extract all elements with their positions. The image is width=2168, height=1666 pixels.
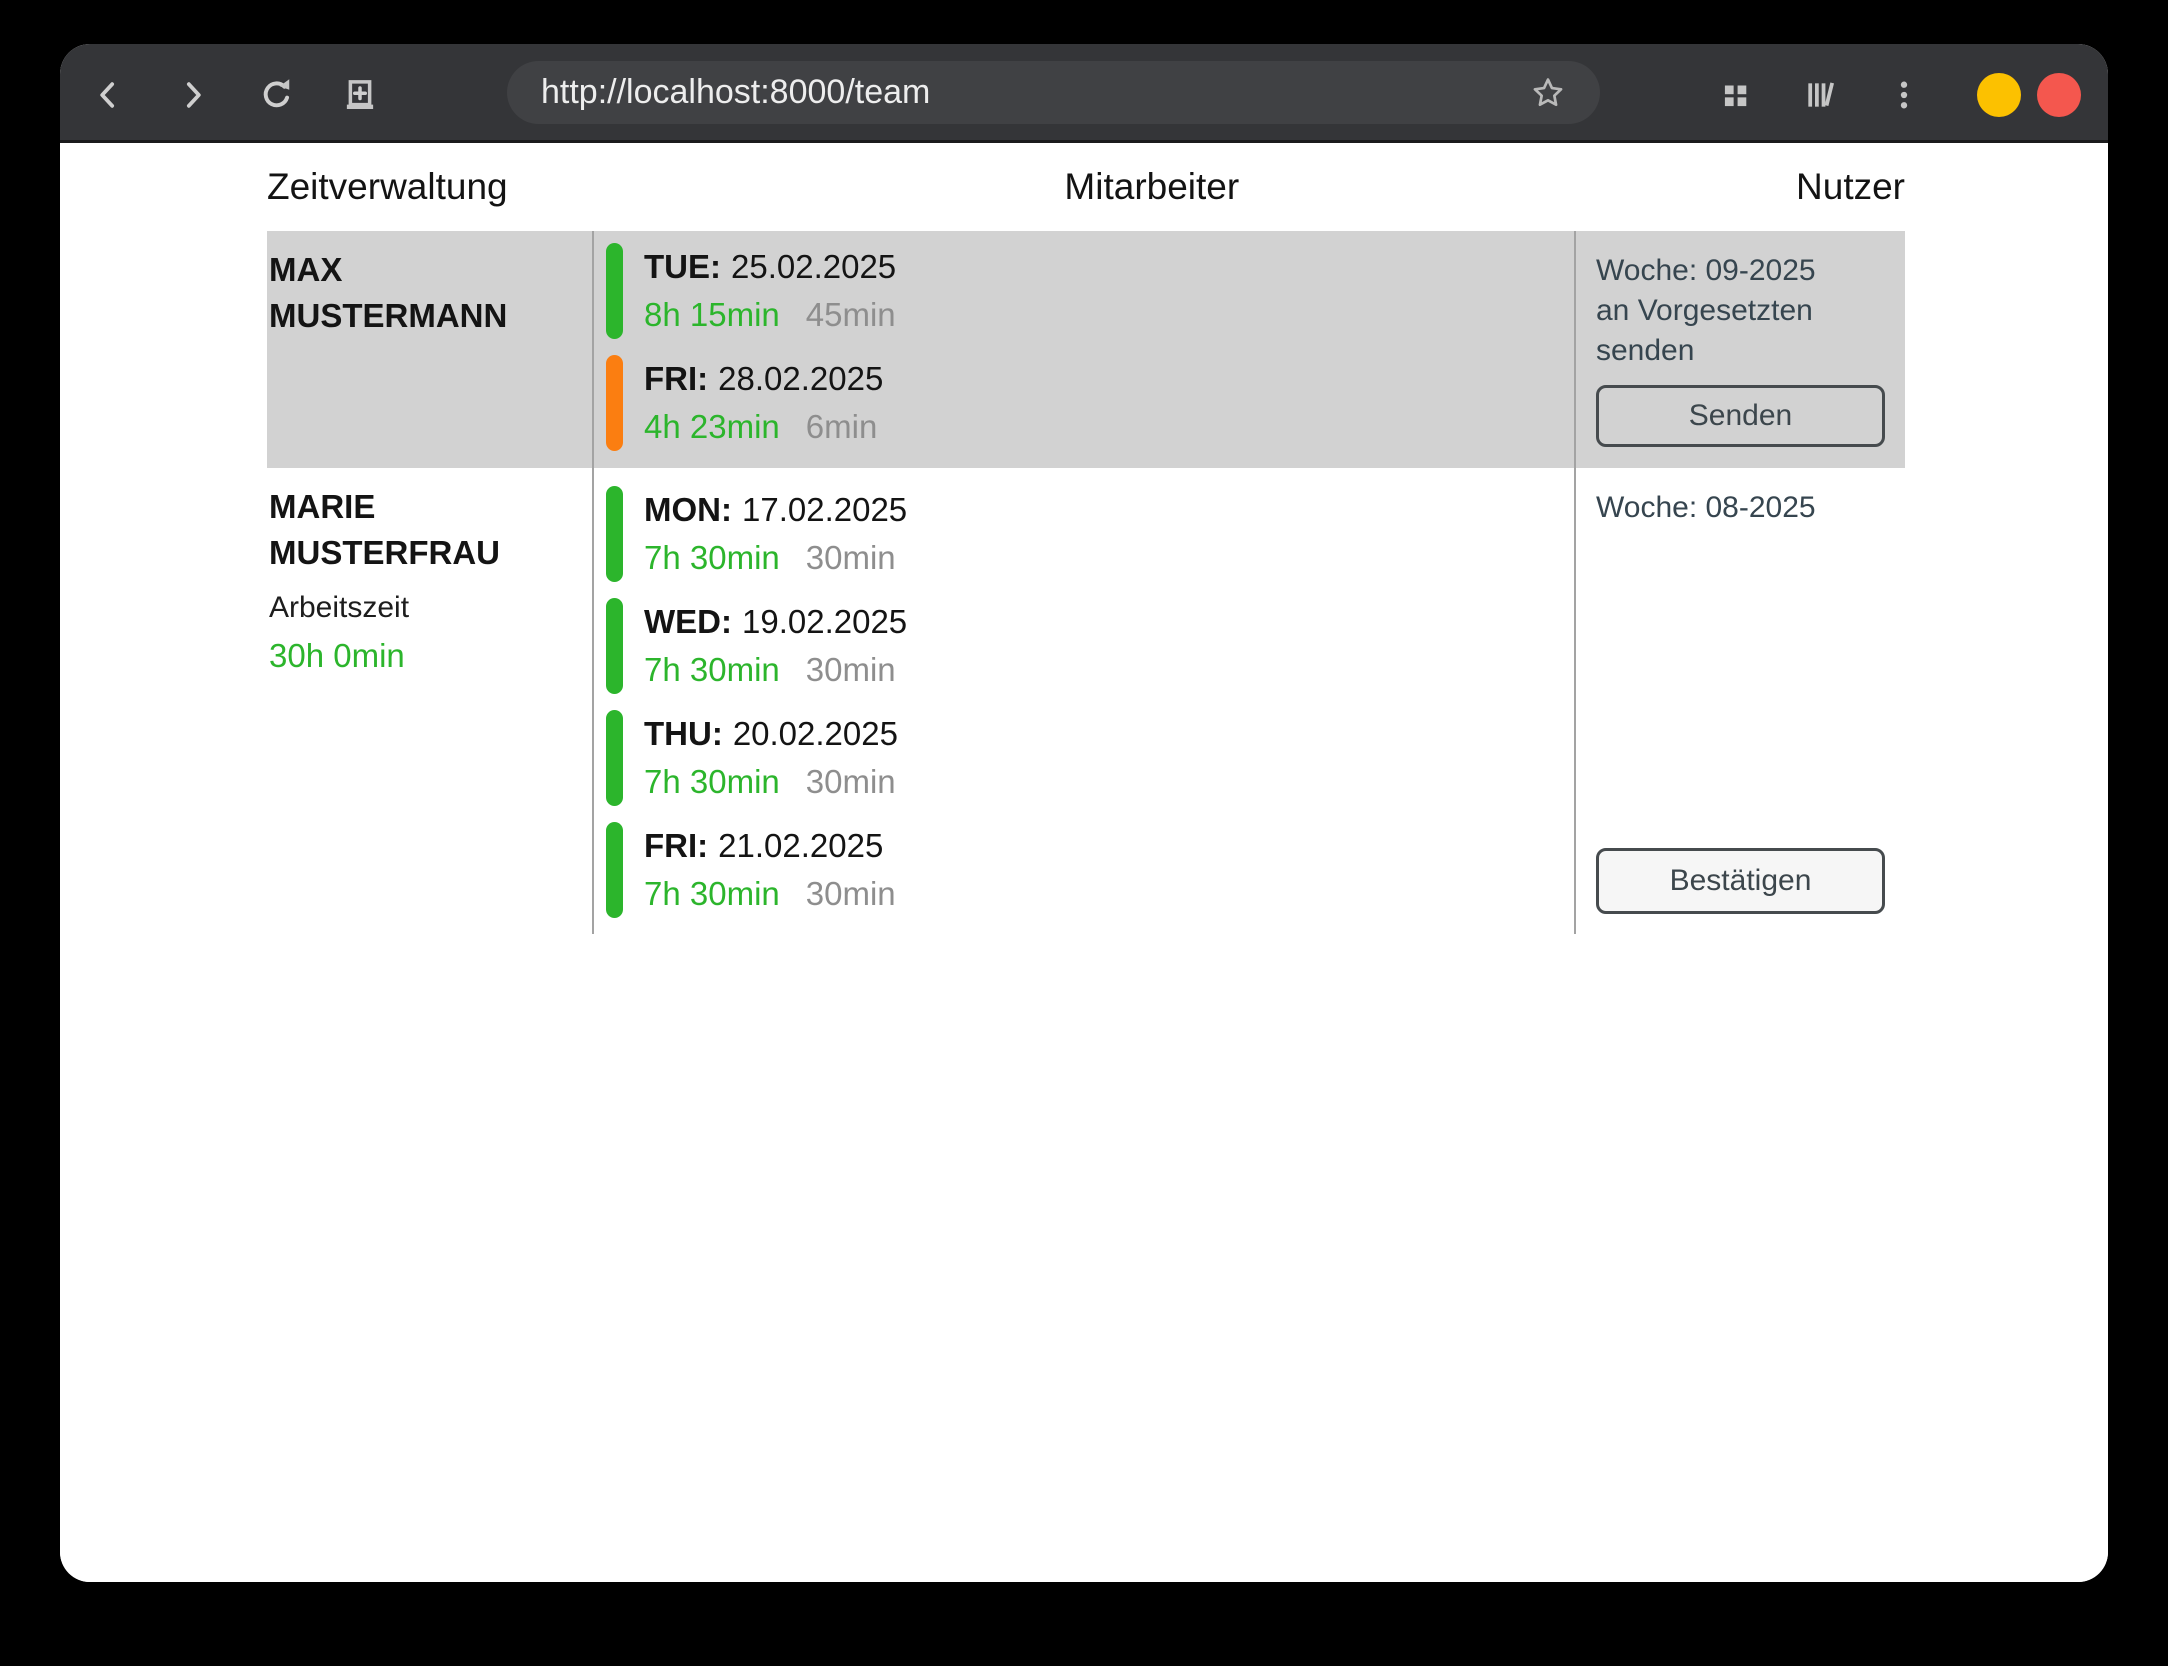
entry-day: THU: bbox=[644, 715, 723, 752]
entry-worked: 7h 30min bbox=[644, 539, 780, 576]
entry-date: 19.02.2025 bbox=[742, 603, 907, 640]
employee-row-max-mustermann: MAX MUSTERMANN TUE: 25.02.2025 8h 15min 45… bbox=[267, 231, 1905, 468]
header-mitarbeiter: Mitarbeiter bbox=[1064, 166, 1239, 208]
entry-worked: 7h 30min bbox=[644, 651, 780, 688]
entry-day: FRI: bbox=[644, 827, 708, 864]
week-label: Woche: 09-2025 bbox=[1596, 251, 1885, 291]
team-table: Zeitverwaltung Mitarbeiter Nutzer MAX MU… bbox=[267, 143, 1905, 934]
time-entry: FRI: 28.02.2025 4h 23min 6min bbox=[606, 355, 1574, 451]
entry-worked: 7h 30min bbox=[644, 763, 780, 800]
entry-pause: 30min bbox=[806, 539, 896, 576]
employee-name: MAX MUSTERMANN bbox=[269, 247, 572, 339]
employee-name: MARIE MUSTERFRAU bbox=[269, 484, 572, 576]
entry-day-line: FRI: 28.02.2025 bbox=[644, 355, 883, 403]
entry-day: TUE: bbox=[644, 248, 721, 285]
entry-time-line: 7h 30min 30min bbox=[644, 534, 907, 582]
time-entry: THU: 20.02.2025 7h 30min 30min bbox=[606, 710, 1574, 806]
entry-day: MON: bbox=[644, 491, 732, 528]
entry-day-line: FRI: 21.02.2025 bbox=[644, 822, 896, 870]
entry-pause: 30min bbox=[806, 651, 896, 688]
entry-worked: 8h 15min bbox=[644, 296, 780, 333]
week-action-cell: Woche: 09-2025 an Vorgesetzten senden Se… bbox=[1574, 231, 1905, 468]
entry-day-line: MON: 17.02.2025 bbox=[644, 486, 907, 534]
entry-time-line: 7h 30min 30min bbox=[644, 758, 898, 806]
page-content: Zeitverwaltung Mitarbeiter Nutzer MAX MU… bbox=[60, 143, 2108, 1582]
minimize-window-button[interactable] bbox=[1977, 73, 2021, 117]
entry-day: WED: bbox=[644, 603, 732, 640]
time-entries-cell: MON: 17.02.2025 7h 30min 30min WED: 19.02.2… bbox=[592, 468, 1574, 934]
employee-name-cell: MARIE MUSTERFRAU Arbeitszeit 30h 0min bbox=[267, 468, 592, 934]
kebab-menu-icon bbox=[1885, 76, 1923, 114]
bookmark-button[interactable] bbox=[1526, 71, 1570, 115]
chevron-right-icon bbox=[173, 75, 213, 115]
entry-time-line: 7h 30min 30min bbox=[644, 870, 896, 918]
header-zeitverwaltung: Zeitverwaltung bbox=[267, 166, 508, 208]
status-bar bbox=[606, 355, 623, 451]
status-bar bbox=[606, 822, 623, 918]
back-button[interactable] bbox=[84, 71, 132, 119]
worktime-total: 30h 0min bbox=[269, 634, 572, 678]
library-button[interactable] bbox=[1796, 71, 1844, 119]
library-icon bbox=[1800, 75, 1840, 115]
employee-name-cell: MAX MUSTERMANN bbox=[267, 231, 592, 468]
menu-button[interactable] bbox=[1880, 71, 1928, 119]
reload-button[interactable] bbox=[253, 71, 301, 119]
url-text: http://localhost:8000/team bbox=[541, 73, 930, 112]
status-bar bbox=[606, 243, 623, 339]
time-entry: FRI: 21.02.2025 7h 30min 30min bbox=[606, 822, 1574, 918]
time-entry: WED: 19.02.2025 7h 30min 30min bbox=[606, 598, 1574, 694]
page-header: Zeitverwaltung Mitarbeiter Nutzer bbox=[267, 143, 1905, 231]
star-icon bbox=[1529, 74, 1567, 112]
new-window-button[interactable] bbox=[336, 71, 384, 119]
senden-button[interactable]: Senden bbox=[1596, 385, 1885, 447]
status-bar bbox=[606, 710, 623, 806]
week-action-cell: Woche: 08-2025 Bestätigen bbox=[1574, 468, 1905, 934]
entry-pause: 6min bbox=[806, 408, 878, 445]
entry-day: FRI: bbox=[644, 360, 708, 397]
status-bar bbox=[606, 598, 623, 694]
week-label: Woche: 08-2025 bbox=[1596, 488, 1885, 528]
tab-overview-button[interactable] bbox=[1712, 71, 1760, 119]
entry-date: 17.02.2025 bbox=[742, 491, 907, 528]
status-bar bbox=[606, 486, 623, 582]
browser-window: http://localhost:8000/team bbox=[60, 44, 2108, 1582]
worktime-label: Arbeitszeit bbox=[269, 588, 572, 628]
entry-time-line: 8h 15min 45min bbox=[644, 291, 896, 339]
forward-button[interactable] bbox=[169, 71, 217, 119]
entry-pause: 30min bbox=[806, 875, 896, 912]
entry-day-line: TUE: 25.02.2025 bbox=[644, 243, 896, 291]
entry-time-line: 4h 23min 6min bbox=[644, 403, 883, 451]
time-entries-cell: TUE: 25.02.2025 8h 15min 45min FRI: 28.02.2… bbox=[592, 231, 1574, 468]
browser-toolbar: http://localhost:8000/team bbox=[60, 44, 2108, 143]
employee-row-marie-musterfrau: MARIE MUSTERFRAU Arbeitszeit 30h 0min MO… bbox=[267, 468, 1905, 934]
chevron-left-icon bbox=[88, 75, 128, 115]
entry-pause: 45min bbox=[806, 296, 896, 333]
week-note: an Vorgesetzten senden bbox=[1596, 291, 1885, 371]
address-bar[interactable]: http://localhost:8000/team bbox=[507, 61, 1600, 124]
window-plus-icon bbox=[339, 74, 381, 116]
grid-icon bbox=[1717, 76, 1755, 114]
entry-worked: 7h 30min bbox=[644, 875, 780, 912]
time-entry: MON: 17.02.2025 7h 30min 30min bbox=[606, 486, 1574, 582]
header-nutzer: Nutzer bbox=[1796, 166, 1905, 208]
entry-time-line: 7h 30min 30min bbox=[644, 646, 907, 694]
reload-icon bbox=[256, 74, 298, 116]
entry-day-line: WED: 19.02.2025 bbox=[644, 598, 907, 646]
entry-date: 25.02.2025 bbox=[731, 248, 896, 285]
time-entry: TUE: 25.02.2025 8h 15min 45min bbox=[606, 243, 1574, 339]
entry-pause: 30min bbox=[806, 763, 896, 800]
entry-date: 20.02.2025 bbox=[733, 715, 898, 752]
bestaetigen-button[interactable]: Bestätigen bbox=[1596, 848, 1885, 914]
entry-date: 21.02.2025 bbox=[718, 827, 883, 864]
entry-worked: 4h 23min bbox=[644, 408, 780, 445]
entry-date: 28.02.2025 bbox=[718, 360, 883, 397]
entry-day-line: THU: 20.02.2025 bbox=[644, 710, 898, 758]
close-window-button[interactable] bbox=[2037, 73, 2081, 117]
